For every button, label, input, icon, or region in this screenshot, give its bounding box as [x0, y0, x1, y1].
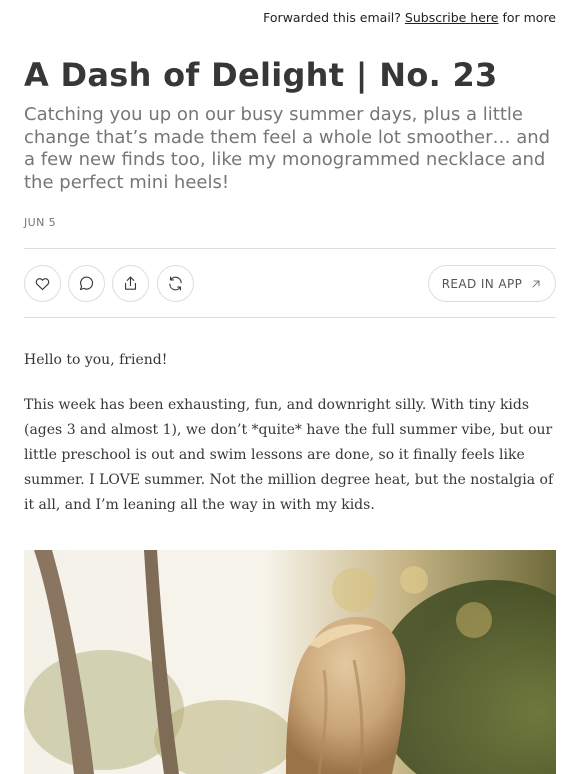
divider-top	[24, 248, 556, 249]
summer-photo	[24, 550, 556, 774]
divider-bottom	[24, 317, 556, 318]
like-button[interactable]	[24, 265, 61, 302]
forward-banner: Forwarded this email? Subscribe here for…	[263, 10, 556, 25]
heart-icon	[35, 278, 50, 291]
read-in-app-button[interactable]: READ IN APP	[428, 265, 556, 302]
intro-paragraph: This week has been exhausting, fun, and …	[24, 397, 554, 513]
read-in-app-label: READ IN APP	[441, 276, 523, 291]
forward-prefix: Forwarded this email?	[263, 10, 401, 25]
forward-suffix: for more	[502, 10, 556, 25]
post-title: A Dash of Delight | No. 23	[24, 56, 498, 94]
comment-button[interactable]	[68, 265, 105, 302]
arrow-up-right-icon	[532, 280, 540, 287]
post-hero-image	[24, 550, 556, 774]
greeting-paragraph: Hello to you, friend!	[24, 352, 168, 368]
share-icon	[124, 276, 137, 290]
share-button[interactable]	[112, 265, 149, 302]
restack-icon	[169, 276, 182, 291]
subscribe-link[interactable]: Subscribe here	[405, 10, 499, 25]
post-date: JUN 5	[24, 216, 57, 229]
comment-icon	[79, 276, 94, 291]
post-subtitle: Catching you up on our busy summer days,…	[24, 104, 551, 193]
restack-button[interactable]	[157, 265, 194, 302]
